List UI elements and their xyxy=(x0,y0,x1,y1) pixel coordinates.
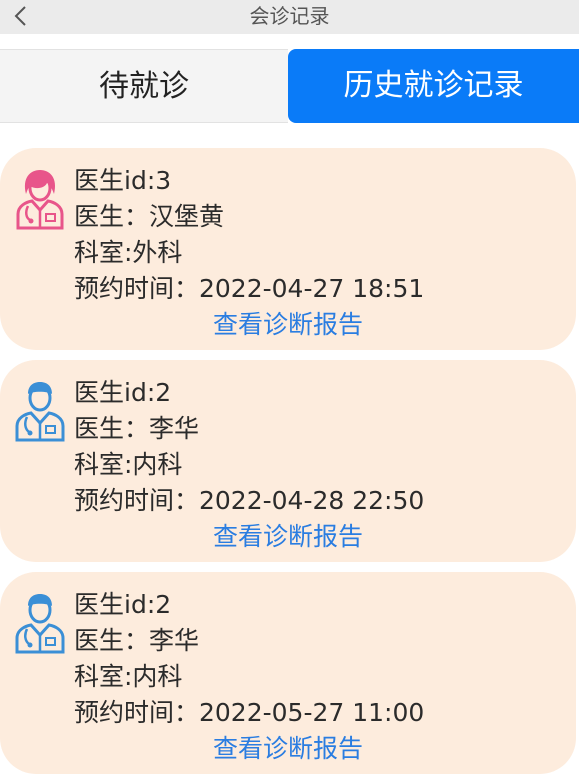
record-card: 医生id:3 医生：汉堡黄 科室:外科 预约时间：2022-04-27 18:5… xyxy=(0,148,576,350)
view-report-link[interactable]: 查看诊断报告 xyxy=(0,520,576,554)
female-doctor-icon xyxy=(14,168,66,230)
view-report-link[interactable]: 查看诊断报告 xyxy=(0,308,576,342)
nav-bar: 会诊记录 xyxy=(0,0,579,34)
department: 科室:外科 xyxy=(74,238,183,267)
doctor-name: 医生：汉堡黄 xyxy=(74,202,225,231)
doctor-name: 医生：李华 xyxy=(74,626,200,655)
record-card: 医生id:2 医生：李华 科室:内科 预约时间：2022-04-28 22:50… xyxy=(0,360,576,562)
record-card: 医生id:2 医生：李华 科室:内科 预约时间：2022-05-27 11:00… xyxy=(0,572,576,774)
appointment-time: 预约时间：2022-04-27 18:51 xyxy=(74,274,425,303)
doctor-id: 医生id:2 xyxy=(74,590,172,619)
tab-history[interactable]: 历史就诊记录 xyxy=(288,49,579,123)
appointment-time: 预约时间：2022-05-27 11:00 xyxy=(74,698,425,727)
male-doctor-icon xyxy=(14,592,66,654)
doctor-name: 医生：李华 xyxy=(74,414,200,443)
male-doctor-icon xyxy=(14,380,66,442)
doctor-id: 医生id:2 xyxy=(74,378,172,407)
tab-bar: 待就诊 历史就诊记录 xyxy=(0,49,579,123)
appointment-time: 预约时间：2022-04-28 22:50 xyxy=(74,486,425,515)
department: 科室:内科 xyxy=(74,450,183,479)
page-title: 会诊记录 xyxy=(249,4,330,28)
department: 科室:内科 xyxy=(74,662,183,691)
doctor-id: 医生id:3 xyxy=(74,166,172,195)
tab-pending[interactable]: 待就诊 xyxy=(0,49,288,123)
view-report-link[interactable]: 查看诊断报告 xyxy=(0,732,576,766)
